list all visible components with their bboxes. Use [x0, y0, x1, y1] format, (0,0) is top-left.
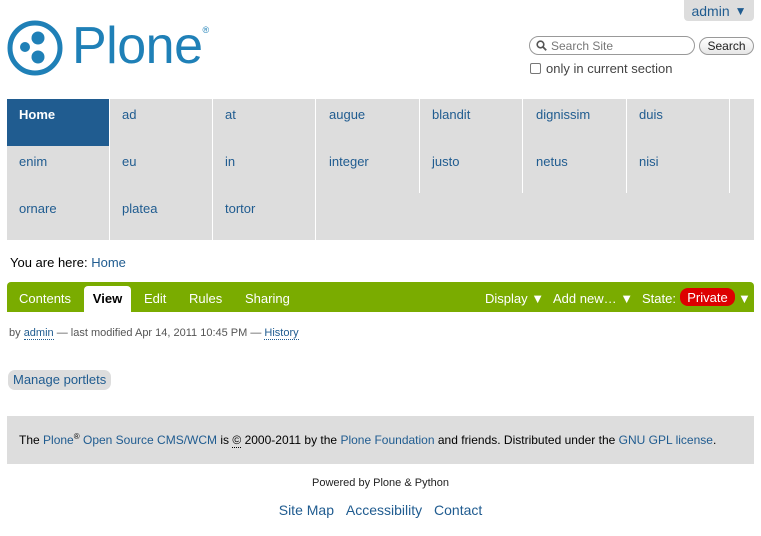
plone-foundation-link[interactable]: Plone Foundation — [340, 433, 434, 447]
nav-item-blandit[interactable]: blandit — [420, 99, 523, 146]
nav-item-home[interactable]: Home — [7, 99, 110, 146]
add-new-menu[interactable]: Add new… ▼ — [553, 291, 633, 306]
nav-item-nisi[interactable]: nisi — [627, 146, 730, 193]
global-navigation: Home ad at augue blandit dignissim duis … — [7, 99, 754, 240]
logo-text: Plone — [72, 17, 203, 75]
site-logo[interactable]: Plone ® — [7, 17, 210, 76]
cms-link[interactable]: Open Source CMS/WCM — [83, 433, 217, 447]
footer: The Plone® Open Source CMS/WCM is © 2000… — [7, 416, 754, 464]
nav-item-in[interactable]: in — [213, 146, 316, 193]
nav-item-platea[interactable]: platea — [110, 193, 213, 240]
contact-link[interactable]: Contact — [434, 502, 482, 518]
footer-text: and friends. Distributed under the — [437, 433, 616, 447]
user-menu[interactable]: admin ▼ — [684, 0, 754, 21]
manage-portlets-button[interactable]: Manage portlets — [8, 370, 111, 390]
edit-bar: Contents View Edit Rules Sharing Display… — [7, 282, 754, 313]
search-icon — [536, 40, 547, 51]
tab-contents[interactable]: Contents — [19, 291, 71, 306]
copyright-symbol: © — [232, 433, 242, 448]
nav-item-duis[interactable]: duis — [627, 99, 730, 146]
nav-item-netus[interactable]: netus — [524, 146, 627, 193]
status-badge[interactable]: Private — [680, 288, 735, 306]
user-name: admin — [691, 2, 730, 19]
breadcrumb-home-link[interactable]: Home — [91, 255, 126, 270]
nav-item-eu[interactable]: eu — [110, 146, 213, 193]
plone-logo-icon — [7, 20, 63, 76]
tab-sharing[interactable]: Sharing — [245, 291, 290, 306]
chevron-down-icon[interactable]: ▼ — [738, 291, 751, 306]
breadcrumb-prefix: You are here: — [10, 255, 88, 270]
footer-text: . — [712, 433, 717, 447]
current-section-option[interactable]: only in current section — [530, 61, 672, 76]
history-link[interactable]: History — [264, 327, 299, 340]
accessibility-link[interactable]: Accessibility — [346, 502, 422, 518]
nav-item-ad[interactable]: ad — [110, 99, 213, 146]
tab-rules[interactable]: Rules — [189, 291, 222, 306]
author-link[interactable]: admin — [23, 327, 54, 340]
current-section-label: only in current section — [546, 61, 673, 76]
nav-item-justo[interactable]: justo — [420, 146, 523, 193]
footer-text: The — [19, 433, 40, 447]
chevron-down-icon: ▼ — [734, 3, 747, 18]
search-placeholder: Search Site — [551, 38, 614, 53]
plone-link[interactable]: Plone — [43, 433, 74, 447]
site-actions: Site Map Accessibility Contact — [0, 502, 761, 518]
colophon: Powered by Plone & Python — [312, 477, 449, 489]
nav-item-integer[interactable]: integer — [317, 146, 420, 193]
search-input[interactable]: Search Site — [529, 36, 695, 55]
nav-item-augue[interactable]: augue — [317, 99, 420, 146]
gpl-license-link[interactable]: GNU GPL license — [619, 433, 713, 447]
display-menu[interactable]: Display ▼ — [485, 291, 544, 306]
tab-view[interactable]: View — [84, 286, 131, 313]
search-button[interactable]: Search — [699, 37, 754, 55]
state-label: State: — [642, 291, 676, 306]
nav-item-tortor[interactable]: tortor — [213, 193, 316, 240]
footer-text: is — [220, 433, 230, 447]
tab-edit[interactable]: Edit — [144, 291, 166, 306]
nav-item-ornare[interactable]: ornare — [7, 193, 110, 240]
last-modified-text: — last modified Apr 14, 2011 10:45 PM — — [56, 327, 262, 339]
logo-registered-mark: ® — [202, 25, 210, 35]
breadcrumb: You are here: Home — [10, 255, 126, 270]
nav-item-dignissim[interactable]: dignissim — [524, 99, 627, 146]
footer-text: 2000-2011 by the — [244, 433, 338, 447]
nav-item-at[interactable]: at — [213, 99, 316, 146]
byline-by: by — [9, 327, 21, 339]
site-map-link[interactable]: Site Map — [279, 502, 334, 518]
registered-mark: ® — [73, 432, 80, 441]
current-section-checkbox[interactable] — [530, 63, 541, 74]
nav-item-enim[interactable]: enim — [7, 146, 110, 193]
document-byline: by admin — last modified Apr 14, 2011 10… — [9, 327, 299, 340]
